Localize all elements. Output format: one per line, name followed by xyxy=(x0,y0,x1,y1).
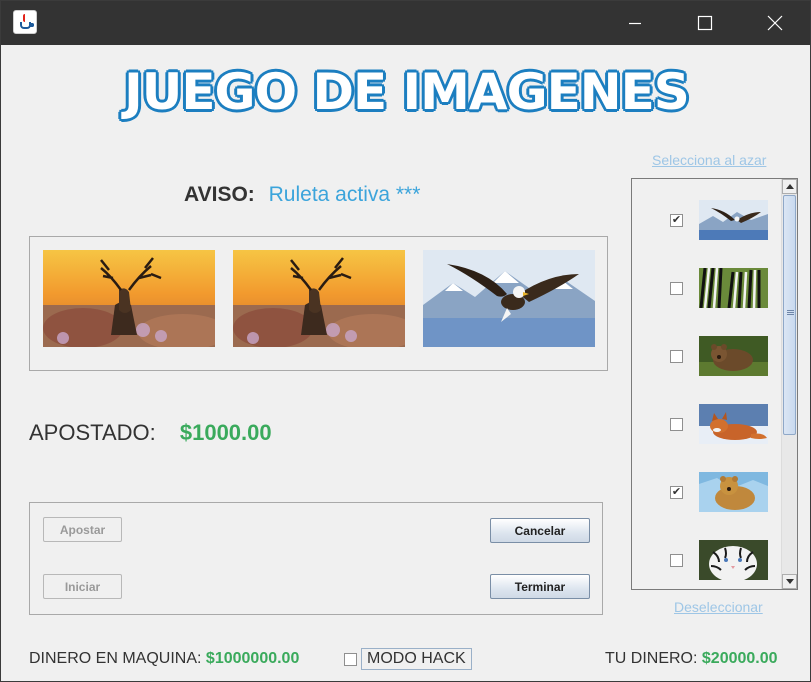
close-icon xyxy=(767,15,783,31)
chevron-down-icon xyxy=(785,579,794,584)
fox-thumbnail xyxy=(699,404,768,444)
slot-2-deer-image xyxy=(233,250,405,347)
brown-bear-checkbox[interactable]: ✔ xyxy=(670,486,683,499)
list-item[interactable]: ✔ xyxy=(632,198,782,243)
scroll-up-button[interactable] xyxy=(782,179,797,194)
eagle-thumbnail xyxy=(699,200,768,240)
start-button[interactable]: Iniciar xyxy=(43,574,122,599)
bear-thumbnail xyxy=(699,336,768,376)
player-money: TU DINERO: $20000.00 xyxy=(605,650,778,668)
hack-mode-box[interactable] xyxy=(344,652,357,666)
white-tiger-thumbnail xyxy=(699,540,768,580)
scroll-down-button[interactable] xyxy=(782,574,797,589)
notice-label: AVISO: xyxy=(184,183,255,206)
slot-1-deer-image xyxy=(43,250,215,347)
title-bar[interactable] xyxy=(1,1,810,45)
machine-money-amount: $1000000.00 xyxy=(205,650,300,667)
cancel-button[interactable]: Cancelar xyxy=(490,518,590,543)
maximize-icon xyxy=(697,15,713,31)
list-item[interactable] xyxy=(632,266,782,311)
image-selector-list[interactable]: ✔ ✔ xyxy=(631,178,798,590)
list-item[interactable] xyxy=(632,538,782,583)
minimize-button[interactable] xyxy=(600,1,670,45)
close-button[interactable] xyxy=(740,1,810,45)
white-tiger-checkbox[interactable] xyxy=(670,554,683,567)
machine-money: DINERO EN MAQUINA: $1000000.00 xyxy=(29,650,299,668)
zebras-checkbox[interactable] xyxy=(670,282,683,295)
player-money-label: TU DINERO: xyxy=(605,650,698,667)
notice-message: Ruleta activa *** xyxy=(268,183,421,206)
list-item[interactable]: ✔ xyxy=(632,470,782,515)
hack-mode-checkbox[interactable]: MODO HACK xyxy=(344,647,472,671)
player-money-amount: $20000.00 xyxy=(701,650,778,667)
maximize-button[interactable] xyxy=(670,1,740,45)
controls-panel: Apostar Cancelar Iniciar Terminar xyxy=(29,502,603,615)
list-scrollbar[interactable] xyxy=(781,179,797,589)
bet-amount: $1000.00 xyxy=(179,420,272,445)
slot-3-eagle-image xyxy=(423,250,595,347)
chevron-up-icon xyxy=(785,184,794,189)
bet-display: APOSTADO: $1000.00 xyxy=(29,420,272,446)
zebras-thumbnail xyxy=(699,268,768,308)
hack-mode-label[interactable]: MODO HACK xyxy=(361,648,472,670)
bet-button[interactable]: Apostar xyxy=(43,517,122,542)
game-title-logo: JUEGO DE IMAGENES xyxy=(123,62,691,122)
minimize-icon xyxy=(629,22,641,25)
list-item[interactable] xyxy=(632,402,782,447)
app-window: JUEGO DE IMAGENES AVISO: Ruleta activa *… xyxy=(0,0,811,682)
bet-label: APOSTADO: xyxy=(29,420,156,445)
brown-bear-thumbnail xyxy=(699,472,768,512)
bear-checkbox[interactable] xyxy=(670,350,683,363)
eagle-checkbox[interactable]: ✔ xyxy=(670,214,683,227)
java-cup-icon[interactable] xyxy=(13,10,37,34)
random-select-link[interactable]: Selecciona al azar xyxy=(652,152,766,168)
fox-checkbox[interactable] xyxy=(670,418,683,431)
finish-button[interactable]: Terminar xyxy=(490,574,590,599)
scrollbar-thumb[interactable] xyxy=(783,195,796,435)
deselect-link[interactable]: Deseleccionar xyxy=(674,599,763,615)
list-item[interactable] xyxy=(632,334,782,379)
roulette-panel xyxy=(29,236,608,371)
notice: AVISO: Ruleta activa *** xyxy=(184,183,420,207)
machine-money-label: DINERO EN MAQUINA: xyxy=(29,650,202,667)
